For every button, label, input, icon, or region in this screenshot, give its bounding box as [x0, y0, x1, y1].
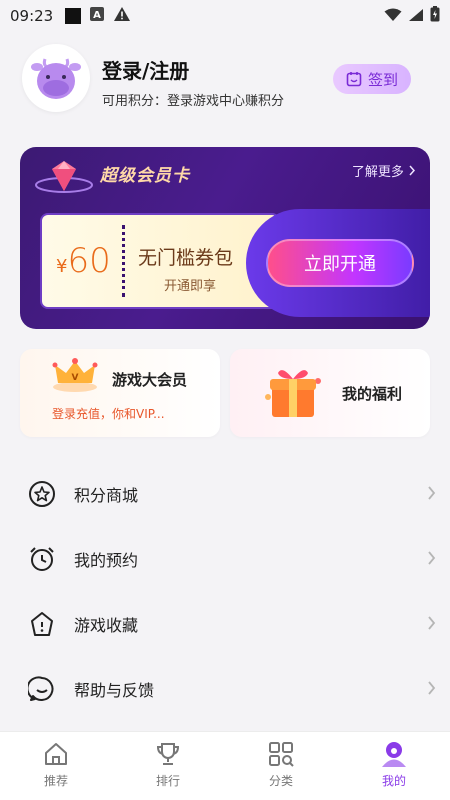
- star-circle-icon: [28, 480, 56, 508]
- vip-title: 超级会员卡: [100, 166, 190, 186]
- nav-item-category[interactable]: 分类: [225, 732, 337, 800]
- my-welfare-card[interactable]: 我的福利: [230, 349, 430, 437]
- menu-item-my-reservations[interactable]: 我的预约: [0, 527, 450, 591]
- coupon-divider: [122, 225, 125, 297]
- chevron-right-icon: [427, 680, 436, 699]
- trophy-icon: [156, 743, 180, 765]
- nav-label-ranking: 排行: [155, 774, 180, 788]
- menu-item-help-feedback[interactable]: 帮助与反馈: [0, 657, 450, 721]
- my-welfare-title: 我的福利: [342, 385, 403, 403]
- nav-item-mine[interactable]: 我的: [338, 732, 450, 800]
- bookmark-star-icon: [28, 610, 56, 638]
- vip-card[interactable]: 超级会员卡 了解更多 ¥60 无门槛券包 开通即享 立即开通: [20, 147, 430, 329]
- nav-item-ranking[interactable]: 排行: [112, 732, 224, 800]
- checkin-label: 签到: [367, 70, 398, 89]
- avatar[interactable]: [22, 44, 90, 112]
- status-system-icons: [384, 6, 440, 26]
- learn-more-link[interactable]: 了解更多: [352, 161, 416, 180]
- coupon-name: 无门槛券包: [138, 247, 234, 269]
- game-vip-title: 游戏大会员: [112, 371, 188, 389]
- nav-label-mine: 我的: [381, 774, 406, 788]
- a-box-icon: A: [89, 6, 105, 26]
- points-hint: 登录游戏中心赚积分: [167, 94, 285, 109]
- smile-chat-icon: [28, 675, 56, 703]
- calendar-icon: [346, 72, 362, 87]
- profile-icon: [382, 742, 406, 767]
- svg-text:V: V: [72, 373, 79, 383]
- menu-item-points-mall[interactable]: 积分商城: [0, 462, 450, 526]
- nav-label-recommend: 推荐: [43, 774, 68, 788]
- checkin-button[interactable]: 签到: [333, 64, 411, 94]
- chevron-right-icon: [408, 165, 416, 180]
- chevron-right-icon: [427, 485, 436, 504]
- points-info: 可用积分：登录游戏中心赚积分: [102, 90, 284, 109]
- game-vip-subtitle: 登录充值，你和VIP...: [52, 407, 165, 421]
- cow-mascot-icon: [31, 58, 81, 99]
- game-vip-card[interactable]: V 游戏大会员 登录充值，你和VIP...: [20, 349, 220, 437]
- status-time: 09:23: [10, 7, 54, 25]
- alarm-clock-icon: [28, 545, 56, 573]
- home-icon: [45, 743, 67, 765]
- warning-icon: [113, 6, 131, 26]
- menu-label-points-mall: 积分商城: [74, 486, 139, 505]
- learn-more-label: 了解更多: [351, 165, 404, 180]
- chevron-right-icon: [427, 550, 436, 569]
- coupon-ticket: ¥60 无门槛券包 开通即享: [40, 213, 280, 309]
- open-now-button[interactable]: 立即开通: [266, 239, 414, 287]
- bottom-nav: 推荐 排行 分类 我的: [0, 731, 450, 800]
- gift-box-icon: [265, 370, 321, 417]
- menu-label-game-favorites: 游戏收藏: [74, 616, 139, 635]
- status-notification-icons: A: [65, 6, 131, 26]
- svg-text:A: A: [93, 10, 101, 21]
- crown-icon: V: [52, 358, 98, 392]
- menu-label-help-feedback: 帮助与反馈: [74, 681, 155, 700]
- wifi-icon: [384, 7, 402, 26]
- chevron-right-icon: [427, 615, 436, 634]
- status-bar: 09:23 A: [0, 0, 450, 32]
- menu-label-my-reservations: 我的预约: [74, 551, 139, 570]
- coupon-price: ¥60: [56, 241, 111, 281]
- signal-icon: [408, 7, 424, 26]
- menu-item-game-favorites[interactable]: 游戏收藏: [0, 592, 450, 656]
- login-register-link[interactable]: 登录/注册: [102, 55, 189, 84]
- nav-label-category: 分类: [268, 774, 293, 788]
- vip-gem-icon: [35, 161, 93, 193]
- grid-icon: [269, 742, 294, 767]
- price-symbol: ¥: [56, 256, 68, 277]
- coupon-subtitle: 开通即享: [164, 279, 217, 294]
- battery-icon: [430, 6, 440, 26]
- points-label: 可用积分：: [102, 94, 168, 109]
- black-square-icon: [65, 8, 82, 24]
- nav-item-recommend[interactable]: 推荐: [0, 732, 112, 800]
- price-value: 60: [67, 241, 111, 281]
